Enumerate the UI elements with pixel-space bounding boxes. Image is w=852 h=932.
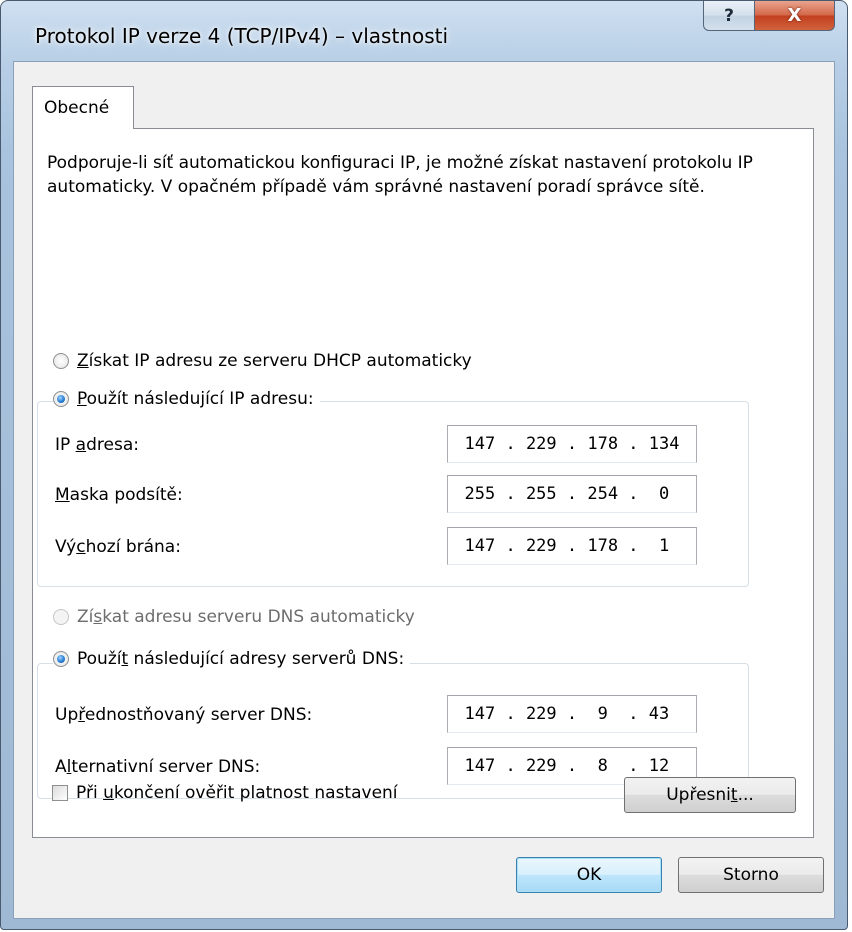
tab-panel-general: Podporuje-li síť automatickou konfigurac… <box>32 128 814 838</box>
subnet-mask-label: Maska podsítě: <box>55 485 183 505</box>
validate-settings-label: Při ukončení ověřit platnost nastavení <box>76 783 398 803</box>
validate-settings-checkbox[interactable]: Při ukončení ověřit platnost nastavení <box>52 783 398 803</box>
tab-general-label: Obecné <box>44 98 110 118</box>
preferred-dns-label: Upřednostňovaný server DNS: <box>55 705 313 725</box>
tab-general[interactable]: Obecné <box>32 86 134 129</box>
default-gateway-input[interactable]: 147 . 229 . 178 . 1 <box>447 527 697 565</box>
help-icon: ? <box>724 5 734 26</box>
radio-obtain-ip-auto[interactable]: Získat IP adresu ze serveru DHCP automat… <box>53 351 478 371</box>
radio-obtain-ip-auto-label: Získat IP adresu ze serveru DHCP automat… <box>77 351 472 371</box>
radio-use-ip[interactable]: Použít následující IP adresu: <box>53 389 320 409</box>
radio-use-dns-label: Použít následující adresy serverů DNS: <box>77 649 405 669</box>
advanced-button[interactable]: Upřesnit... <box>624 777 796 813</box>
radio-button-indicator <box>53 609 69 625</box>
preferred-dns-input[interactable]: 147 . 229 . 9 . 43 <box>447 695 697 733</box>
description-text: Podporuje-li síť automatickou konfigurac… <box>47 153 753 197</box>
radio-button-indicator <box>53 391 69 407</box>
ip-address-label: IP adresa: <box>55 435 139 455</box>
default-gateway-label: Výchozí brána: <box>55 537 181 557</box>
subnet-mask-input[interactable]: 255 . 255 . 254 . 0 <box>447 475 697 513</box>
ip-address-input[interactable]: 147 . 229 . 178 . 134 <box>447 425 697 463</box>
help-button[interactable]: ? <box>703 1 755 31</box>
radio-use-ip-label: Použít následující IP adresu: <box>77 389 314 409</box>
cancel-button[interactable]: Storno <box>678 857 824 893</box>
radio-button-indicator <box>53 353 69 369</box>
ok-button[interactable]: OK <box>516 857 662 893</box>
radio-use-dns[interactable]: Použít následující adresy serverů DNS: <box>53 649 411 669</box>
alternate-dns-label: Alternativní server DNS: <box>55 757 261 777</box>
checkbox-indicator <box>52 785 68 801</box>
advanced-button-label: Upřesnit... <box>666 785 754 805</box>
caption-buttons: ? X <box>703 1 835 31</box>
radio-obtain-dns-auto[interactable]: Získat adresu serveru DNS automaticky <box>53 607 421 627</box>
dialog-client-area: Obecné Podporuje-li síť automatickou kon… <box>13 61 835 919</box>
radio-button-indicator <box>53 651 69 667</box>
close-button[interactable]: X <box>755 1 835 31</box>
radio-obtain-dns-auto-label: Získat adresu serveru DNS automaticky <box>77 607 415 627</box>
dialog-window: Protokol IP verze 4 (TCP/IPv4) – vlastno… <box>0 0 848 930</box>
window-title: Protokol IP verze 4 (TCP/IPv4) – vlastno… <box>35 24 449 48</box>
close-icon: X <box>787 5 802 26</box>
title-bar[interactable]: Protokol IP verze 4 (TCP/IPv4) – vlastno… <box>1 1 847 61</box>
